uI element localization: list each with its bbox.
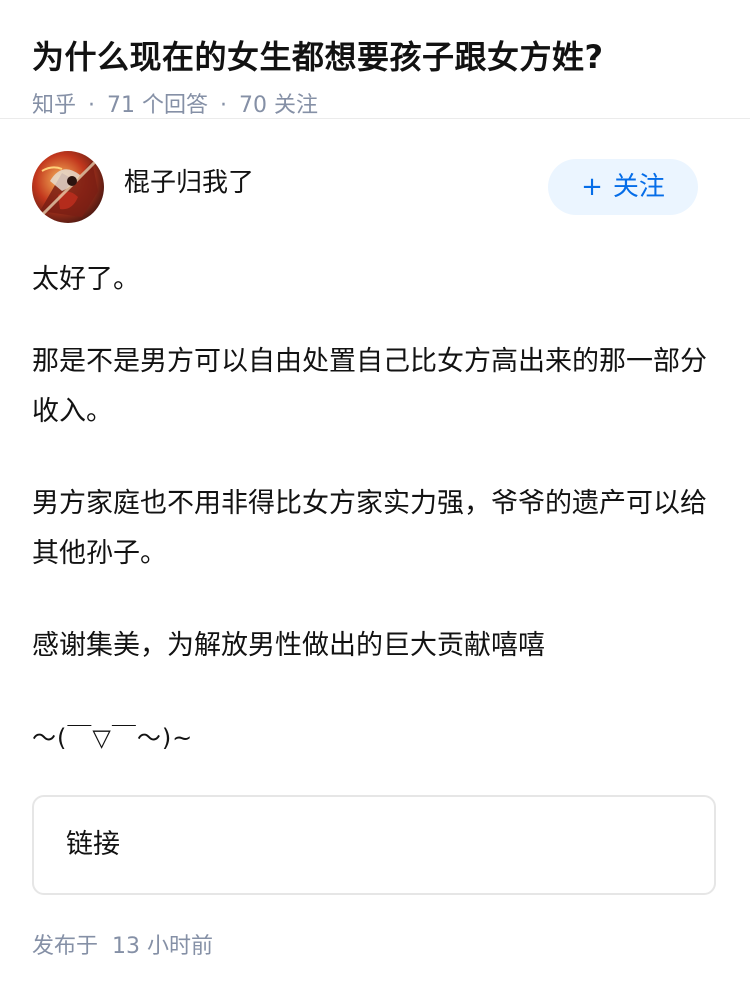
follow-button[interactable]: + 关注 xyxy=(548,159,698,215)
site-name[interactable]: 知乎 xyxy=(32,93,76,118)
link-card[interactable]: 链接 xyxy=(32,795,716,895)
question-header: 为什么现在的女生都想要孩子跟女方姓? 知乎 · 71 个回答 · 70 关注 xyxy=(0,0,750,118)
answer-content: 太好了。 那是不是男方可以自由处置自己比女方高出来的那一部分收入。 男方家庭也不… xyxy=(32,255,718,763)
answer-paragraph: 男方家庭也不用非得比女方家实力强，爷爷的遗产可以给其他孙子。 xyxy=(32,488,707,569)
answers-count[interactable]: 71 个回答 xyxy=(107,93,208,118)
avatar-image-icon xyxy=(32,151,104,223)
author-row: 棍子归我了 + 关注 xyxy=(32,151,718,225)
avatar[interactable] xyxy=(32,151,104,223)
publish-info: 发布于 13 小时前 xyxy=(32,931,718,963)
plus-icon: + xyxy=(581,172,603,202)
followers-count: 70 关注 xyxy=(239,93,319,118)
answer: 棍子归我了 + 关注 太好了。 那是不是男方可以自由处置自己比女方高出来的那一部分… xyxy=(0,119,750,963)
publish-label: 发布于 xyxy=(32,934,99,959)
author-name[interactable]: 棍子归我了 xyxy=(124,163,254,203)
answer-emoticon: ～(￣▽￣～)~ xyxy=(32,724,194,752)
answer-paragraph: 感谢集美，为解放男性做出的巨大贡献嘻嘻 xyxy=(32,630,545,661)
meta-separator: · xyxy=(220,93,228,118)
meta-separator: · xyxy=(88,93,96,118)
link-card-label: 链接 xyxy=(66,829,120,860)
question-title[interactable]: 为什么现在的女生都想要孩子跟女方姓? xyxy=(32,34,718,80)
answer-paragraph: 那是不是男方可以自由处置自己比女方高出来的那一部分收入。 xyxy=(32,346,707,427)
follow-button-label: 关注 xyxy=(612,172,665,202)
zhihu-answer-page: 为什么现在的女生都想要孩子跟女方姓? 知乎 · 71 个回答 · 70 关注 棍… xyxy=(0,0,750,1000)
publish-time: 13 小时前 xyxy=(112,934,214,959)
answer-paragraph: 太好了。 xyxy=(32,264,140,295)
